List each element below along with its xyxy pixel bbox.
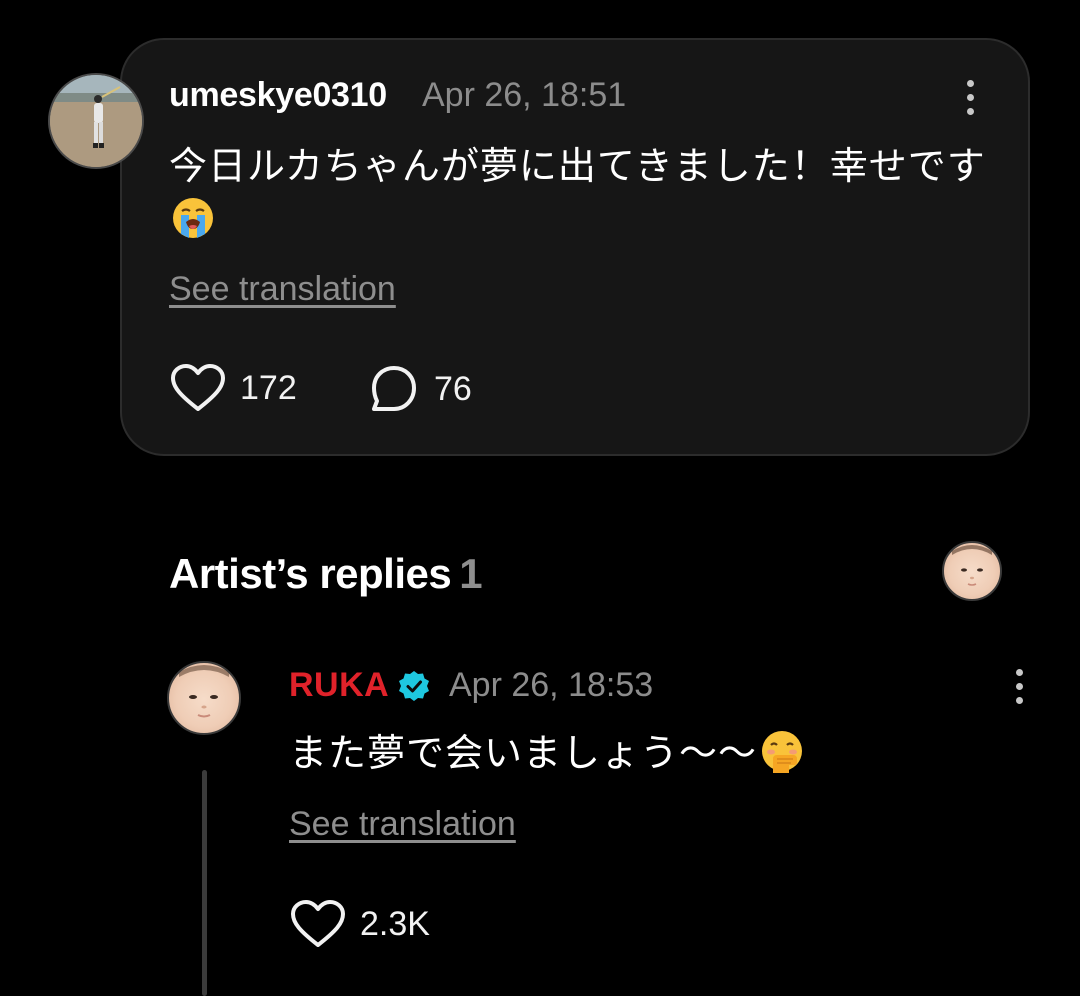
baseball-player-photo (50, 75, 142, 167)
loudly-crying-face-icon (173, 198, 213, 238)
face-with-hand-over-mouth-icon (762, 731, 803, 773)
reply-see-translation-link[interactable]: See translation (289, 805, 516, 844)
post-timestamp: Apr 26, 18:51 (422, 76, 627, 114)
post-reply-button[interactable]: 76 (368, 363, 472, 415)
heart-icon (291, 900, 345, 947)
fan-username[interactable]: umeskye0310 (169, 76, 387, 115)
verified-badge-icon (399, 670, 430, 701)
artist-username[interactable]: RUKA (289, 666, 431, 705)
artist-avatar[interactable] (167, 661, 241, 735)
fan-avatar[interactable] (48, 73, 144, 169)
baby-face-icon (179, 665, 229, 718)
reply-more-options-icon[interactable] (1001, 661, 1037, 711)
reply-timestamp: Apr 26, 18:53 (449, 666, 654, 704)
post-reply-count: 76 (434, 369, 472, 408)
artist-replies-heading: Artist’s replies 1 (169, 550, 483, 598)
reply-text: また夢で会いましょう〜〜 (289, 731, 758, 775)
heart-icon (171, 364, 225, 411)
speech-bubble-icon (372, 366, 416, 411)
artist-replies-title: Artist’s replies (169, 550, 452, 597)
post-text: 今日ルカちゃんが夢に出てきました！幸せです (169, 144, 986, 188)
post-see-translation-link[interactable]: See translation (169, 270, 396, 309)
artist-replies-count: 1 (459, 550, 483, 597)
thread-line (202, 770, 207, 996)
post-more-options-icon[interactable] (952, 72, 988, 122)
artist-name: RUKA (289, 666, 390, 704)
reply-like-button[interactable]: 2.3K (290, 899, 430, 949)
reply-text-block: また夢で会いましょう〜〜 (289, 727, 805, 780)
post-like-button[interactable]: 172 (170, 363, 297, 413)
artist-avatar-small[interactable] (942, 541, 1002, 601)
baby-face-icon (952, 545, 992, 586)
reply-like-count: 2.3K (360, 904, 430, 943)
post-text-block: 今日ルカちゃんが夢に出てきました！幸せです (169, 140, 989, 246)
post-like-count: 172 (240, 368, 297, 407)
